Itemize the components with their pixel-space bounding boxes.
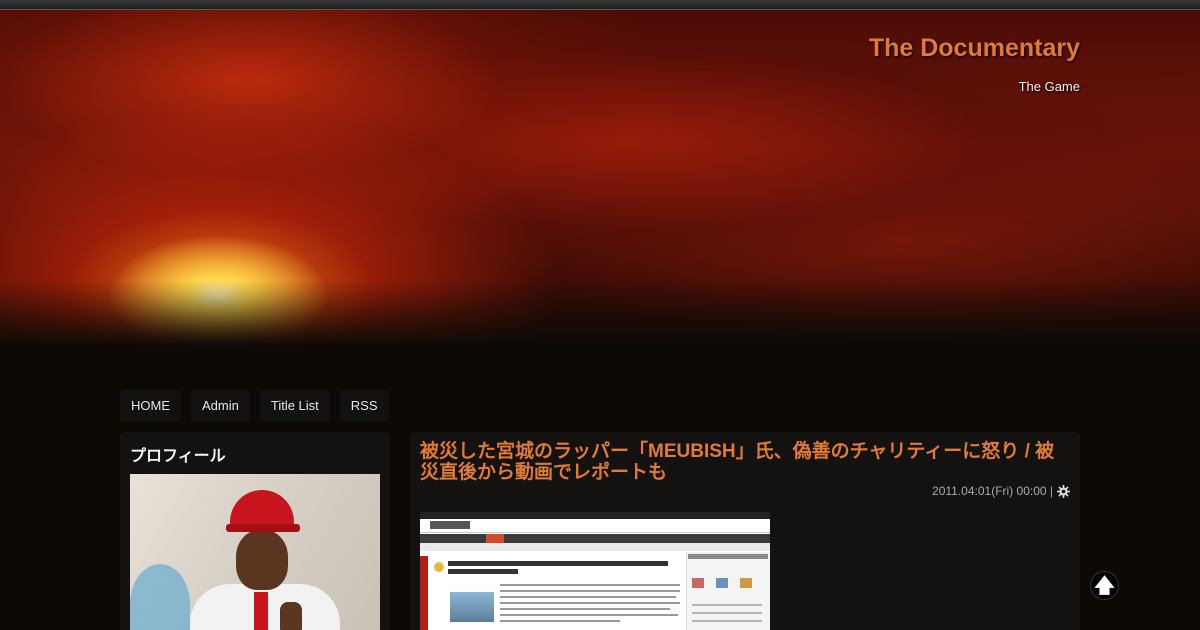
- photo-backdrop-drop: [130, 564, 190, 630]
- thumb-icon: [434, 562, 444, 572]
- thumb-sidebar-header: [688, 554, 768, 559]
- thumb-headline-line: [448, 561, 668, 566]
- entry-title[interactable]: 被災した宮城のラッパー「MEUBISH」氏、偽善のチャリティーに怒り / 被災直…: [420, 441, 1070, 483]
- thumb-topbar: [420, 512, 770, 519]
- thumb-red-ribbon: [420, 556, 428, 630]
- thumb-text-line: [692, 620, 762, 622]
- thumb-text-line: [500, 584, 680, 586]
- photo-tie: [254, 592, 268, 630]
- photo-cap: [230, 490, 294, 528]
- photo-cap-brim: [226, 524, 300, 532]
- thumb-text-line: [500, 590, 680, 592]
- thumb-sidebar-icon: [692, 578, 704, 588]
- photo-face: [236, 530, 288, 590]
- thumb-text-line: [500, 596, 676, 598]
- entry-panel: 被災した宮城のラッパー「MEUBISH」氏、偽善のチャリティーに怒り / 被災直…: [410, 432, 1080, 630]
- nav-title-list-link[interactable]: Title List: [259, 390, 330, 421]
- thumb-sidebar: [686, 552, 770, 630]
- top-bar: [0, 0, 1200, 10]
- thumb-text-line: [500, 614, 678, 616]
- thumb-subnav: [420, 543, 770, 551]
- thumb-photo: [450, 592, 494, 622]
- thumb-header: [420, 519, 770, 533]
- thumb-logo: [430, 521, 470, 529]
- nav-home-link[interactable]: HOME: [120, 390, 181, 421]
- profile-photo: [130, 474, 380, 630]
- arrow-up-icon[interactable]: 🡅: [1090, 571, 1119, 600]
- entry-screenshot-image[interactable]: [420, 512, 770, 630]
- entry-meta: 2011.04:01(Fri) 00:00 |: [932, 484, 1070, 498]
- header-ground-silhouette: [0, 280, 1200, 400]
- photo-hand: [280, 602, 302, 630]
- thumb-text-line: [692, 612, 762, 614]
- main-nav: HOME Admin Title List RSS: [120, 390, 389, 421]
- thumb-sidebar-icon: [740, 578, 752, 588]
- nav-rss-link[interactable]: RSS: [339, 390, 389, 421]
- entry-date: 2011.04:01(Fri) 00:00 |: [932, 484, 1053, 498]
- sidebar-profile-panel: プロフィール: [120, 432, 390, 630]
- thumb-text-line: [500, 620, 620, 622]
- thumb-nav: [420, 534, 770, 543]
- thumb-nav-highlight: [486, 534, 504, 543]
- profile-heading: プロフィール: [130, 448, 226, 465]
- nav-admin-link[interactable]: Admin: [191, 390, 250, 421]
- site-title[interactable]: The Documentary: [869, 34, 1080, 63]
- thumb-text-line: [500, 608, 670, 610]
- header-sunset-image: [0, 10, 1200, 400]
- thumb-text-line: [692, 604, 762, 606]
- thumb-text-line: [500, 602, 680, 604]
- gear-icon[interactable]: [1057, 484, 1070, 498]
- site-subtitle: The Game: [1018, 79, 1080, 94]
- thumb-sidebar-icon: [716, 578, 728, 588]
- thumb-headline-line: [448, 569, 518, 574]
